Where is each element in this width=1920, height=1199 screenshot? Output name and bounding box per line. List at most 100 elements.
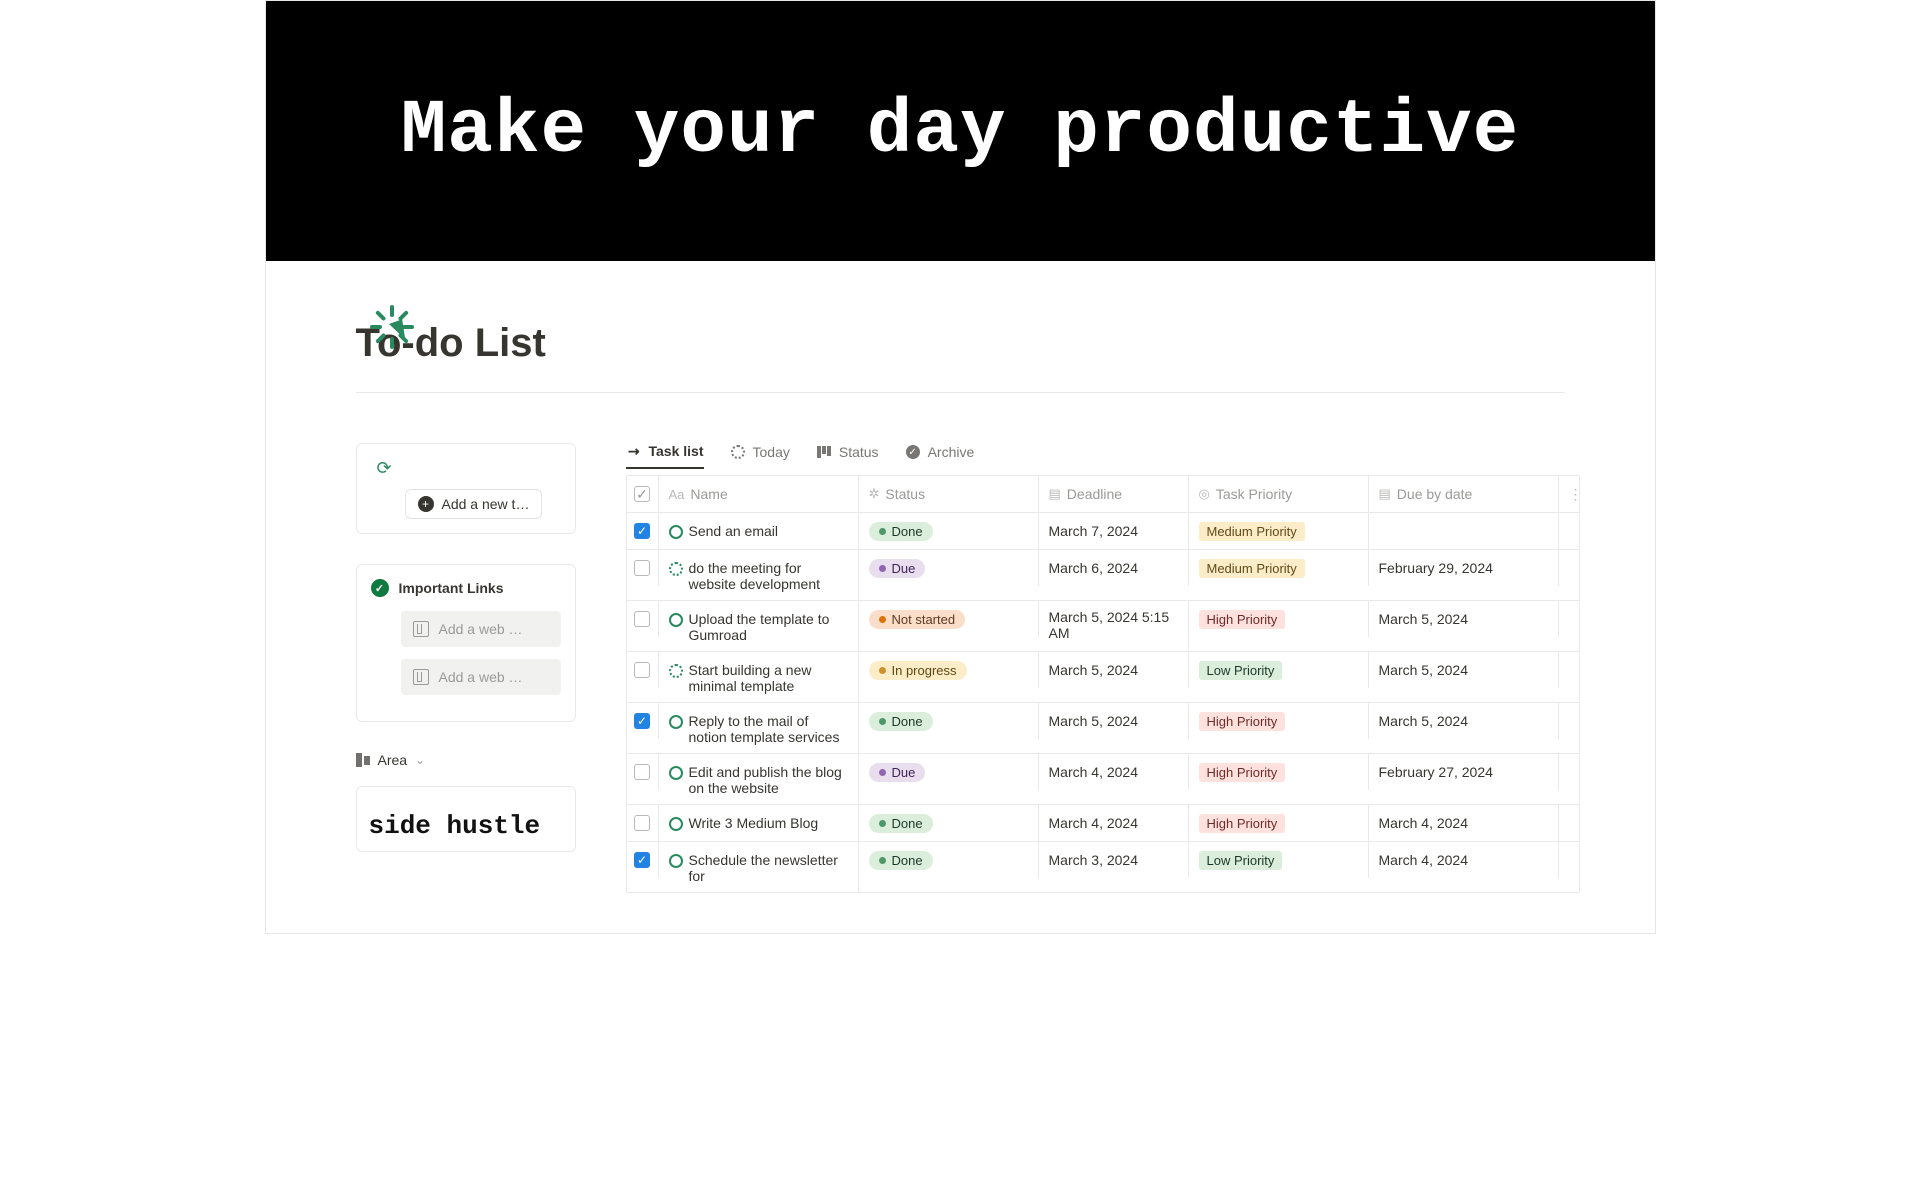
- status-circle-icon: [669, 525, 683, 539]
- refresh-icon[interactable]: ⟳: [377, 458, 561, 479]
- cell-status[interactable]: Due: [859, 754, 1039, 790]
- important-links-title: Important Links: [399, 580, 504, 596]
- checkbox-header-icon[interactable]: ✓: [634, 486, 650, 502]
- cell-deadline[interactable]: March 7, 2024: [1039, 513, 1189, 549]
- hero-banner: Make your day productive: [266, 1, 1655, 261]
- more-columns[interactable]: ⋮: [1559, 476, 1579, 512]
- row-checkbox[interactable]: [634, 560, 650, 576]
- row-checkbox[interactable]: [634, 764, 650, 780]
- add-new-task-button[interactable]: + Add a new t…: [405, 489, 543, 519]
- cell-status[interactable]: Done: [859, 703, 1039, 739]
- target-icon: ◎: [1199, 486, 1210, 502]
- cell-due[interactable]: [1369, 513, 1559, 549]
- col-priority[interactable]: ◎Task Priority: [1189, 476, 1369, 512]
- table-row[interactable]: Start building a new minimal templateIn …: [627, 652, 1579, 703]
- priority-tag: High Priority: [1199, 712, 1286, 731]
- cell-status[interactable]: Done: [859, 513, 1039, 549]
- cell-due[interactable]: March 5, 2024: [1369, 601, 1559, 637]
- cell-status[interactable]: In progress: [859, 652, 1039, 688]
- cell-status[interactable]: Due: [859, 550, 1039, 586]
- cell-due[interactable]: February 27, 2024: [1369, 754, 1559, 790]
- cell-status[interactable]: Done: [859, 805, 1039, 841]
- cell-priority[interactable]: High Priority: [1189, 754, 1369, 790]
- bookmark-placeholder: Add a web …: [439, 669, 523, 685]
- row-checkbox[interactable]: ✓: [634, 852, 650, 868]
- priority-tag: High Priority: [1199, 814, 1286, 833]
- cell-deadline[interactable]: March 4, 2024: [1039, 805, 1189, 841]
- cell-status[interactable]: Done: [859, 842, 1039, 878]
- table-row[interactable]: do the meeting for website developmentDu…: [627, 550, 1579, 601]
- deadline-text: March 5, 2024: [1049, 713, 1139, 729]
- cell-due[interactable]: March 5, 2024: [1369, 703, 1559, 739]
- cell-priority[interactable]: Low Priority: [1189, 652, 1369, 688]
- bookmark-icon: [413, 669, 429, 685]
- cell-name[interactable]: Send an email: [659, 513, 859, 549]
- cell-priority[interactable]: Medium Priority: [1189, 550, 1369, 586]
- cell-name[interactable]: Write 3 Medium Blog: [659, 805, 859, 841]
- cell-priority[interactable]: High Priority: [1189, 805, 1369, 841]
- col-name[interactable]: AaName: [659, 476, 859, 512]
- cell-due[interactable]: March 4, 2024: [1369, 805, 1559, 841]
- table-row[interactable]: Write 3 Medium BlogDoneMarch 4, 2024High…: [627, 805, 1579, 842]
- col-status[interactable]: ✲Status: [859, 476, 1039, 512]
- row-checkbox[interactable]: [634, 815, 650, 831]
- task-name: Edit and publish the blog on the website: [689, 764, 848, 796]
- check-circle-icon: ✓: [371, 579, 389, 597]
- priority-tag: Medium Priority: [1199, 522, 1305, 541]
- add-web-bookmark-1[interactable]: Add a web …: [401, 611, 561, 647]
- cell-due[interactable]: February 29, 2024: [1369, 550, 1559, 586]
- status-circle-icon: [669, 817, 683, 831]
- cell-spacer: [1559, 513, 1579, 549]
- cell-priority[interactable]: Medium Priority: [1189, 513, 1369, 549]
- divider: [356, 392, 1565, 393]
- side-hustle-card[interactable]: side hustle: [356, 786, 576, 852]
- table-row[interactable]: Upload the template to Gumroad Not starte…: [627, 601, 1579, 652]
- cell-deadline[interactable]: March 5, 2024 5:15 AM: [1039, 601, 1189, 649]
- cell-name[interactable]: Reply to the mail of notion template ser…: [659, 703, 859, 753]
- table-row[interactable]: ✓ Reply to the mail of notion template se…: [627, 703, 1579, 754]
- table-header: ✓ AaName ✲Status ▤Deadline ◎Task Priorit…: [627, 476, 1579, 513]
- add-web-bookmark-2[interactable]: Add a web …: [401, 659, 561, 695]
- cell-priority[interactable]: Low Priority: [1189, 842, 1369, 878]
- cell-priority[interactable]: High Priority: [1189, 703, 1369, 739]
- loading-icon: ✲: [869, 486, 880, 502]
- table-row[interactable]: ✓ Send an emailDoneMarch 7, 2024 Medium Pr…: [627, 513, 1579, 550]
- task-table: ✓ AaName ✲Status ▤Deadline ◎Task Priorit…: [626, 475, 1580, 893]
- row-checkbox[interactable]: ✓: [634, 523, 650, 539]
- cell-due[interactable]: March 5, 2024: [1369, 652, 1559, 688]
- cell-name[interactable]: Edit and publish the blog on the website: [659, 754, 859, 804]
- row-checkbox[interactable]: ✓: [634, 713, 650, 729]
- cell-deadline[interactable]: March 6, 2024: [1039, 550, 1189, 586]
- status-pill: Not started: [869, 610, 966, 629]
- cell-name[interactable]: Schedule the newsletter for: [659, 842, 859, 892]
- status-pill: Done: [869, 712, 933, 731]
- area-view-selector[interactable]: Area ⌄: [356, 752, 576, 768]
- cell-deadline[interactable]: March 5, 2024: [1039, 652, 1189, 688]
- deadline-text: March 5, 2024 5:15 AM: [1049, 609, 1178, 641]
- due-text: March 4, 2024: [1379, 815, 1469, 831]
- tab-archive[interactable]: ✓ Archive: [905, 444, 975, 468]
- cell-name[interactable]: Start building a new minimal template: [659, 652, 859, 702]
- cell-deadline[interactable]: March 5, 2024: [1039, 703, 1189, 739]
- task-name: Schedule the newsletter for: [689, 852, 848, 884]
- tab-status[interactable]: Status: [816, 444, 879, 468]
- cell-name[interactable]: Upload the template to Gumroad: [659, 601, 859, 651]
- cell-name[interactable]: do the meeting for website development: [659, 550, 859, 600]
- table-row[interactable]: ✓ Schedule the newsletter for DoneMarch 3,…: [627, 842, 1579, 892]
- cell-priority[interactable]: High Priority: [1189, 601, 1369, 637]
- cursor-click-icon: [362, 287, 422, 347]
- cell-deadline[interactable]: March 4, 2024: [1039, 754, 1189, 790]
- due-text: February 29, 2024: [1379, 560, 1493, 576]
- tab-today[interactable]: Today: [730, 444, 790, 468]
- status-circle-icon: [669, 664, 683, 678]
- cell-due[interactable]: March 4, 2024: [1369, 842, 1559, 878]
- tab-task-list[interactable]: ↗ Task list: [626, 443, 704, 469]
- cell-deadline[interactable]: March 3, 2024: [1039, 842, 1189, 878]
- table-row[interactable]: Edit and publish the blog on the website…: [627, 754, 1579, 805]
- col-deadline[interactable]: ▤Deadline: [1039, 476, 1189, 512]
- cell-status[interactable]: Not started: [859, 601, 1039, 637]
- row-checkbox[interactable]: [634, 611, 650, 627]
- col-due[interactable]: ▤Due by date: [1369, 476, 1559, 512]
- text-icon: Aa: [669, 487, 685, 502]
- row-checkbox[interactable]: [634, 662, 650, 678]
